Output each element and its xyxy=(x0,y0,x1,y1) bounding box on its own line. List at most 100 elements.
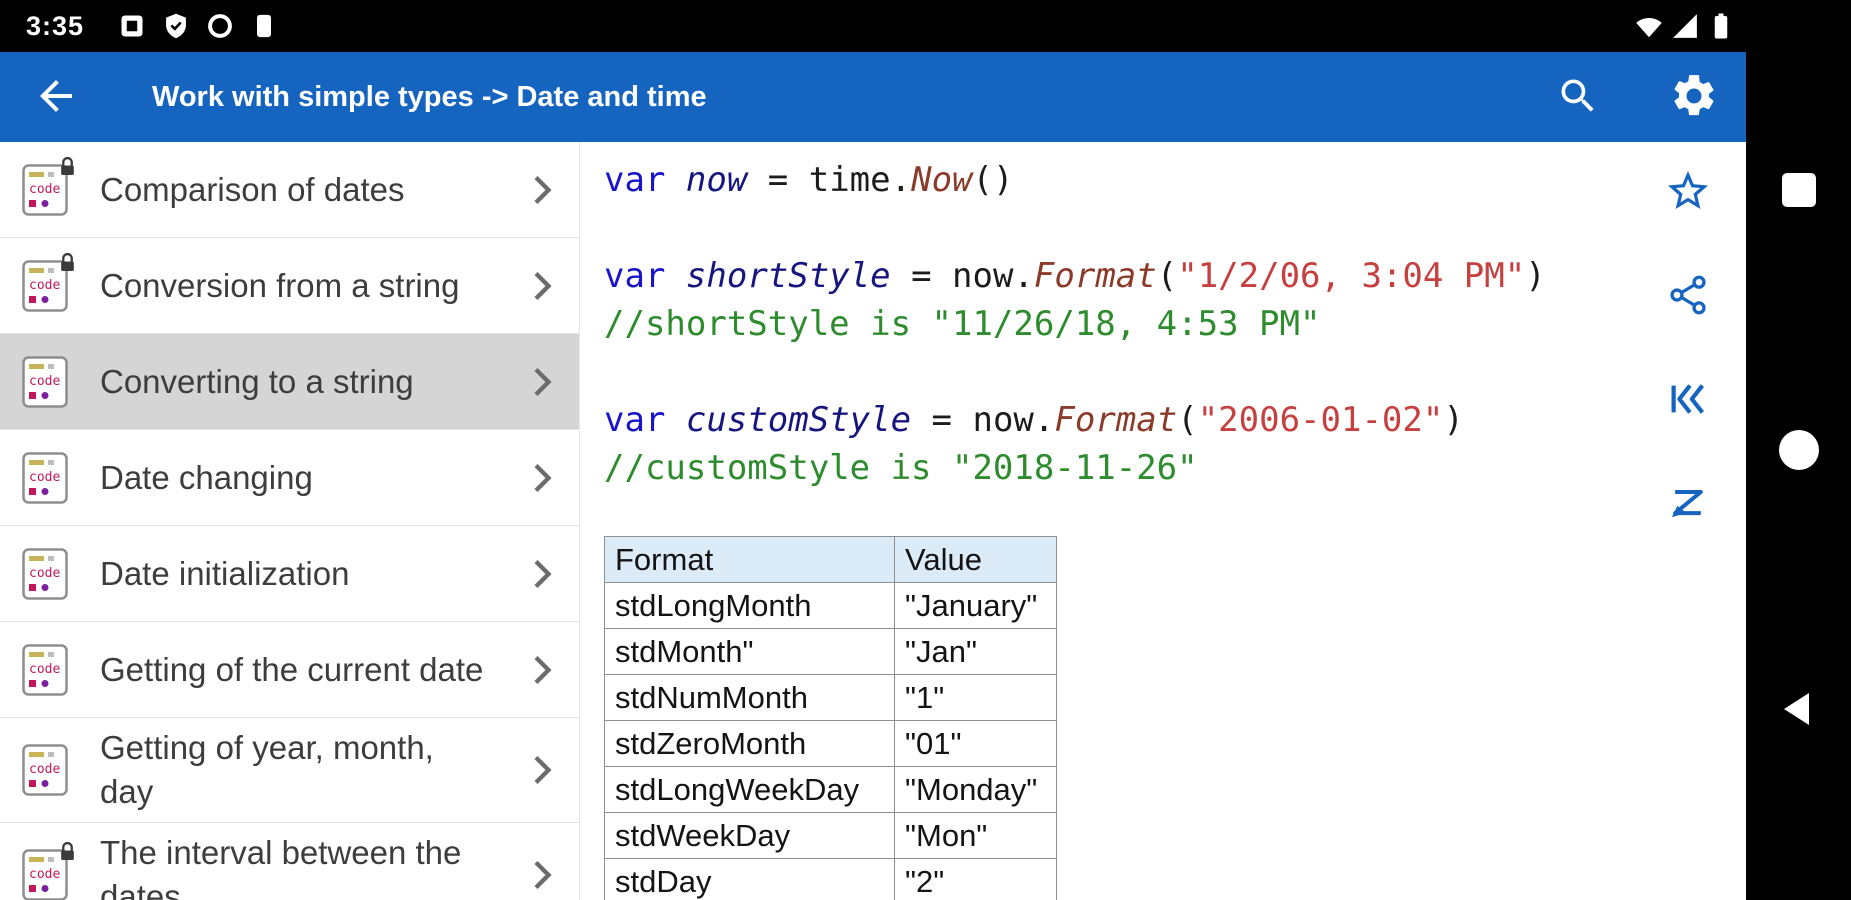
table-row: stdZeroMonth "01" xyxy=(604,720,1057,767)
sidebar-item[interactable]: code Getting of year, month, day xyxy=(0,718,579,823)
svg-text:code: code xyxy=(29,374,60,389)
lesson-code-icon: code xyxy=(22,547,68,600)
code-line: var customStyle = now.Format("2006-01-02… xyxy=(604,400,1464,440)
appbar-back-button[interactable] xyxy=(30,71,82,123)
format-table: Format Value stdLongMonth "January" stdMont… xyxy=(604,536,1057,900)
table-header-cell: Value xyxy=(894,536,1057,583)
table-cell: "2" xyxy=(894,858,1057,900)
nav-back-button[interactable] xyxy=(1769,688,1829,732)
app-bar: Work with simple types -> Date and time xyxy=(0,52,1746,142)
sidebar-item[interactable]: code Date changing xyxy=(0,430,579,526)
back-triangle-icon xyxy=(1777,687,1821,734)
lock-icon xyxy=(61,842,74,860)
lock-icon xyxy=(61,156,74,175)
sidebar-item-label: Converting to a string xyxy=(100,362,414,400)
recents-square-icon xyxy=(1781,173,1816,207)
code-block: var now = time.Now() var shortStyle = no… xyxy=(604,156,1746,492)
share-button[interactable] xyxy=(1664,272,1712,320)
chevron-right-icon xyxy=(521,458,561,498)
code-line: var now = time.Now() xyxy=(604,160,1014,200)
home-button[interactable] xyxy=(1769,428,1829,472)
chevron-right-icon xyxy=(521,266,561,306)
status-system-icons xyxy=(1634,11,1742,41)
code-line: //customStyle is "2018-11-26" xyxy=(604,448,1198,488)
status-notification-icons xyxy=(118,12,278,40)
android-nav-bar xyxy=(1746,0,1851,900)
sidebar-item-label: Conversion from a string xyxy=(100,266,460,304)
chevron-right-icon xyxy=(521,362,561,402)
shield-icon xyxy=(162,12,190,40)
content-action-icons xyxy=(1664,168,1712,528)
table-cell: stdZeroMonth xyxy=(604,720,895,767)
favorite-star-icon xyxy=(1664,167,1712,218)
sidebar-item[interactable]: code Date initialization xyxy=(0,526,579,622)
table-row: stdMonth" "Jan" xyxy=(604,628,1057,675)
table-row: stdLongMonth "January" xyxy=(604,582,1057,629)
app-icon xyxy=(250,12,278,40)
svg-text:code: code xyxy=(29,470,60,485)
jump-to-end-button[interactable] xyxy=(1664,480,1712,528)
ring-icon xyxy=(206,12,234,40)
status-bar: 3:35 xyxy=(0,0,1746,52)
chevron-right-icon xyxy=(521,170,561,210)
table-cell: "01" xyxy=(894,720,1057,767)
lock-icon xyxy=(61,252,74,271)
table-cell: "Monday" xyxy=(894,766,1057,813)
lesson-code-icon: code xyxy=(22,252,74,312)
table-cell: stdNumMonth xyxy=(604,674,895,721)
app-area: 3:35 Work with simple types -> Date and … xyxy=(0,0,1746,900)
table-cell: stdLongMonth xyxy=(604,582,895,629)
svg-text:code: code xyxy=(29,867,60,882)
table-cell: stdMonth" xyxy=(604,628,895,675)
lesson-code-icon: code xyxy=(22,842,74,900)
wifi-icon xyxy=(1634,11,1664,41)
table-row: stdDay "2" xyxy=(604,858,1057,900)
search-button[interactable] xyxy=(1552,71,1604,123)
table-row: stdLongWeekDay "Monday" xyxy=(604,766,1057,813)
lesson-code-icon: code xyxy=(22,744,68,796)
recents-button[interactable] xyxy=(1769,168,1829,212)
table-cell: stdLongWeekDay xyxy=(604,766,895,813)
sidebar-item[interactable]: code The interval between the dates xyxy=(0,823,579,900)
sidebar-item-label: Date initialization xyxy=(100,554,350,592)
skip-to-start-button[interactable] xyxy=(1664,376,1712,424)
favorite-button[interactable] xyxy=(1664,168,1712,216)
content-area[interactable]: var now = time.Now() var shortStyle = no… xyxy=(580,142,1746,900)
code-line: //shortStyle is "11/26/18, 4:53 PM" xyxy=(604,304,1321,344)
sidebar-item[interactable]: code Comparison of dates xyxy=(0,142,579,238)
page-title: Work with simple types -> Date and time xyxy=(152,80,707,113)
sidebar-item-label: The interval between the dates xyxy=(100,834,462,900)
sidebar-item-label: Comparison of dates xyxy=(100,170,405,208)
table-cell: "January" xyxy=(894,582,1057,629)
settings-button[interactable] xyxy=(1668,71,1720,123)
body: code Comparison of dates code Conversion fr… xyxy=(0,142,1746,900)
screen: 3:35 Work with simple types -> Date and … xyxy=(0,0,1851,900)
table-cell: stdWeekDay xyxy=(604,812,895,859)
sidebar-item[interactable]: code Conversion from a string xyxy=(0,238,579,334)
home-circle-icon xyxy=(1778,430,1819,470)
table-row: stdWeekDay "Mon" xyxy=(604,812,1057,859)
chevron-right-icon xyxy=(521,750,561,790)
table-cell: "Mon" xyxy=(894,812,1057,859)
sidebar-item[interactable]: code Converting to a string xyxy=(0,334,579,430)
table-header-cell: Format xyxy=(604,536,895,583)
lesson-code-icon: code xyxy=(22,156,74,216)
settings-gear-icon xyxy=(1669,71,1719,124)
chevron-right-icon xyxy=(521,650,561,690)
sidebar[interactable]: code Comparison of dates code Conversion fr… xyxy=(0,142,580,900)
status-time: 3:35 xyxy=(26,10,85,41)
svg-text:code: code xyxy=(29,566,60,581)
lesson-code-icon: code xyxy=(22,451,68,504)
lesson-code-icon: code xyxy=(22,355,68,408)
sidebar-item[interactable]: code Getting of the current date xyxy=(0,622,579,718)
share-icon xyxy=(1666,273,1710,320)
sidebar-item-label: Getting of the current date xyxy=(100,650,484,688)
svg-text:code: code xyxy=(29,278,60,293)
sidebar-item-label: Getting of year, month, day xyxy=(100,729,434,810)
svg-text:code: code xyxy=(29,182,60,197)
lesson-code-icon: code xyxy=(22,643,68,696)
cellular-signal-icon xyxy=(1670,11,1700,41)
svg-text:code: code xyxy=(29,762,60,777)
